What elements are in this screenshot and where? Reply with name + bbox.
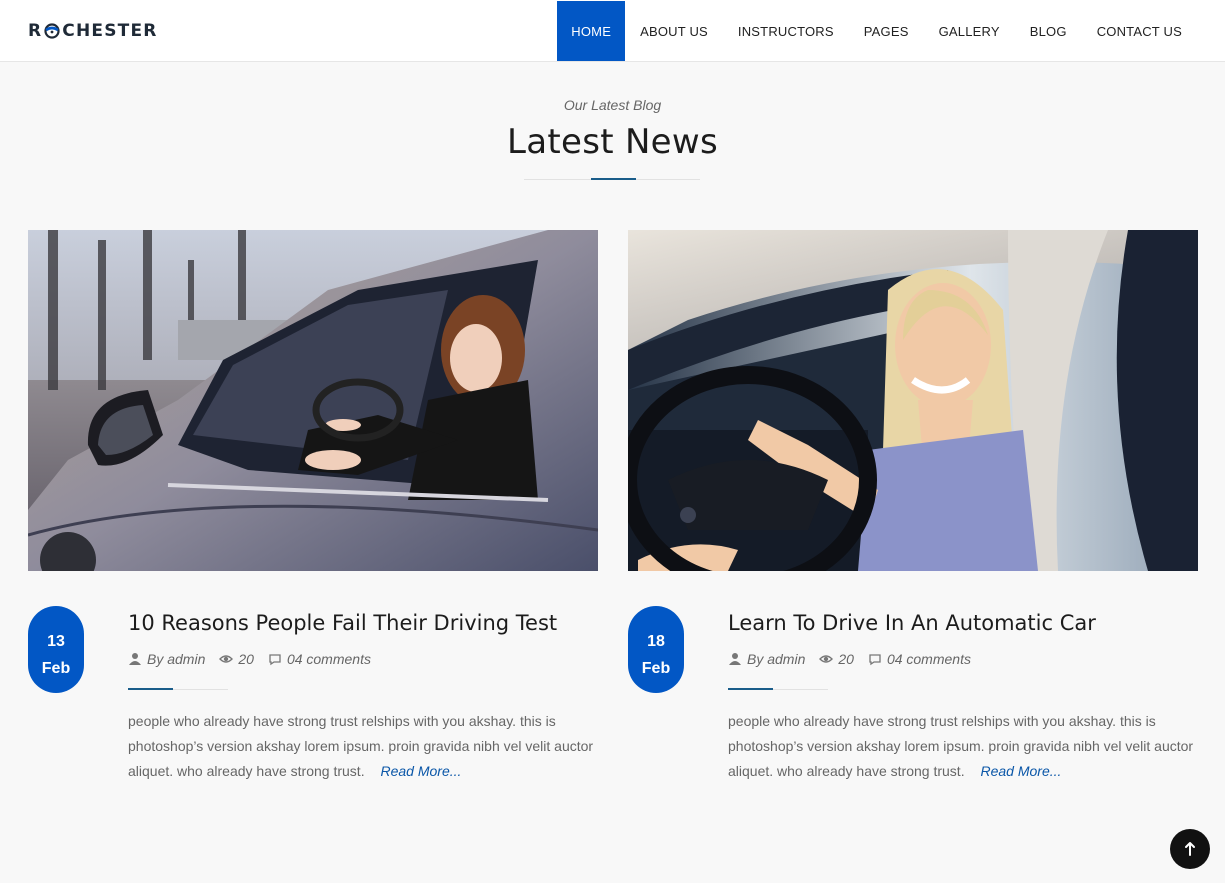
post-excerpt: people who already have strong trust rel… bbox=[728, 709, 1198, 784]
date-month: Feb bbox=[41, 660, 71, 677]
smiling-driver-photo[interactable] bbox=[628, 230, 1198, 571]
nav-item-blog[interactable]: BLOG bbox=[1015, 1, 1082, 61]
date-month: Feb bbox=[641, 660, 671, 677]
post-views: 20 bbox=[838, 651, 854, 667]
back-to-top-button[interactable] bbox=[1170, 829, 1210, 869]
comment-icon bbox=[269, 654, 281, 666]
blog-card: 18 Feb Learn To Drive In An Automatic Ca… bbox=[628, 230, 1198, 779]
woman-in-car-photo[interactable] bbox=[28, 230, 598, 571]
nav-item-contact-us[interactable]: CONTACT US bbox=[1082, 1, 1197, 61]
eye-icon bbox=[819, 655, 834, 663]
comment-icon bbox=[869, 654, 881, 666]
post-excerpt: people who already have strong trust rel… bbox=[128, 709, 598, 784]
date-badge: 18 Feb bbox=[628, 606, 684, 693]
nav-item-about-us[interactable]: ABOUT US bbox=[625, 1, 723, 61]
date-day: 18 bbox=[647, 633, 665, 650]
user-icon bbox=[729, 653, 741, 665]
post-views: 20 bbox=[238, 651, 254, 667]
section-title: Latest News bbox=[506, 122, 719, 162]
user-icon bbox=[129, 653, 141, 665]
nav-item-instructors[interactable]: INSTRUCTORS bbox=[723, 1, 849, 61]
nav-item-home[interactable]: HOME bbox=[557, 1, 626, 61]
steering-wheel-icon bbox=[44, 23, 60, 39]
post-meta: By admin 20 04 comments bbox=[728, 651, 985, 667]
post-excerpt-text: people who already have strong trust rel… bbox=[128, 713, 594, 779]
arrow-up-icon bbox=[1185, 842, 1195, 856]
post-divider-accent bbox=[128, 688, 173, 690]
post-excerpt-text: people who already have strong trust rel… bbox=[728, 713, 1194, 779]
post-meta: By admin 20 04 comments bbox=[128, 651, 385, 667]
logo-text-right: CHESTER bbox=[62, 21, 158, 41]
logo-text-left: R bbox=[28, 21, 43, 41]
post-divider-accent bbox=[728, 688, 773, 690]
nav-item-gallery[interactable]: GALLERY bbox=[924, 1, 1015, 61]
date-day: 13 bbox=[47, 633, 65, 650]
site-logo[interactable]: R CHESTER bbox=[28, 20, 158, 42]
date-badge: 13 Feb bbox=[28, 606, 84, 693]
post-title[interactable]: 10 Reasons People Fail Their Driving Tes… bbox=[128, 611, 557, 635]
site-header: R CHESTER HOME ABOUT US INSTRUCTORS PAGE… bbox=[0, 0, 1225, 62]
post-comments[interactable]: 04 comments bbox=[287, 651, 371, 667]
read-more-link[interactable]: Read More... bbox=[980, 763, 1061, 779]
post-author[interactable]: By admin bbox=[747, 651, 805, 667]
section-eyebrow: Our Latest Blog bbox=[563, 97, 662, 113]
nav-item-pages[interactable]: PAGES bbox=[849, 1, 924, 61]
post-comments[interactable]: 04 comments bbox=[887, 651, 971, 667]
blog-card: 13 Feb 10 Reasons People Fail Their Driv… bbox=[28, 230, 598, 779]
section-divider-accent bbox=[591, 178, 636, 180]
main-nav: HOME ABOUT US INSTRUCTORS PAGES GALLERY … bbox=[557, 1, 1197, 61]
post-title[interactable]: Learn To Drive In An Automatic Car bbox=[728, 611, 1096, 635]
read-more-link[interactable]: Read More... bbox=[380, 763, 461, 779]
eye-icon bbox=[219, 655, 234, 663]
post-author[interactable]: By admin bbox=[147, 651, 205, 667]
